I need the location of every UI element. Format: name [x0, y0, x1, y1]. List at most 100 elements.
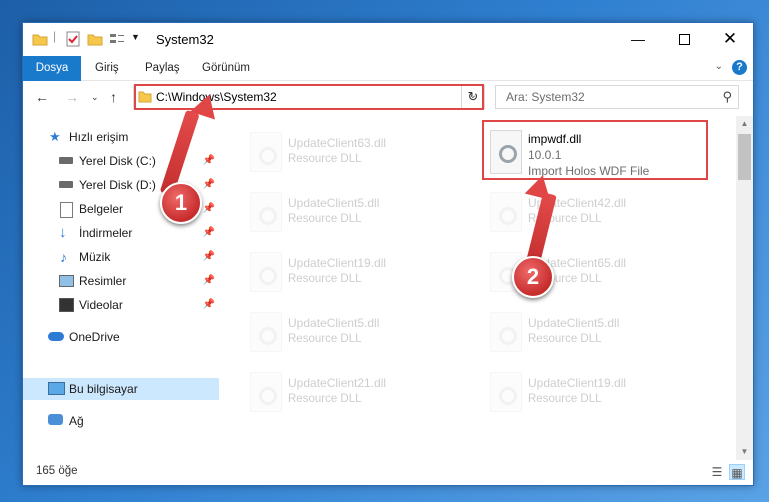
pin-icon[interactable]: 📌: [203, 246, 215, 268]
file-name: UpdateClient63.dll: [288, 136, 387, 150]
computer-icon: [48, 382, 65, 395]
minimize-button[interactable]: —: [615, 23, 661, 55]
videos-icon: [59, 298, 74, 312]
dll-file-icon: [490, 312, 522, 352]
item-count: 165 öğe: [36, 465, 78, 477]
sidebar-item-network[interactable]: Ağ: [23, 410, 219, 432]
sidebar-item-pictures[interactable]: Resimler 📌: [23, 270, 219, 292]
search-placeholder: Ara: System32: [506, 90, 585, 104]
file-item[interactable]: UpdateClient5.dll Resource DLL: [242, 186, 462, 236]
help-button[interactable]: ?: [732, 60, 747, 75]
sidebar-item-onedrive[interactable]: OneDrive: [23, 326, 219, 348]
pin-icon[interactable]: 📌: [203, 150, 215, 172]
sidebar-item-label: Yerel Disk (C:): [79, 154, 156, 168]
forward-arrow-icon[interactable]: →: [65, 89, 79, 105]
file-description: Resource DLL: [288, 153, 362, 165]
maximize-button[interactable]: [661, 23, 707, 55]
pictures-icon: [59, 275, 74, 287]
documents-icon: [60, 202, 73, 218]
network-icon: [48, 414, 63, 425]
sidebar-item-downloads[interactable]: ↓ İndirmeler 📌: [23, 222, 219, 244]
file-description: Resource DLL: [288, 393, 362, 405]
folder-icon[interactable]: [32, 31, 48, 47]
sidebar-item-this-pc[interactable]: Bu bilgisayar: [23, 378, 219, 400]
dll-file-icon: [490, 192, 522, 232]
sidebar-item-label: İndirmeler: [79, 226, 133, 240]
file-item[interactable]: UpdateClient63.dll Resource DLL: [242, 126, 462, 176]
drive-icon: [59, 157, 73, 164]
pin-icon[interactable]: 📌: [203, 270, 215, 292]
search-icon: ⚲: [722, 89, 732, 104]
pin-icon[interactable]: 📌: [203, 222, 215, 244]
details-view-icon[interactable]: ☰: [709, 464, 725, 480]
up-arrow-icon[interactable]: ↑: [110, 89, 117, 105]
file-item[interactable]: UpdateClient5.dll Resource DLL: [482, 306, 702, 356]
tab-share[interactable]: Paylaş: [145, 56, 180, 80]
file-description: Resource DLL: [288, 213, 362, 225]
dll-file-icon: [490, 372, 522, 412]
address-highlight-box: [134, 84, 484, 110]
maximize-icon: [678, 33, 690, 45]
tab-view[interactable]: Görünüm: [202, 56, 250, 80]
sidebar-item-label: Bu bilgisayar: [69, 382, 138, 396]
pin-icon[interactable]: 📌: [203, 198, 215, 220]
callout-badge-2: 2: [512, 256, 554, 298]
customize-toolbar-dropdown-icon[interactable]: ▼: [131, 32, 140, 48]
file-item[interactable]: UpdateClient19.dll Resource DLL: [242, 246, 462, 296]
drive-icon: [59, 181, 73, 188]
recent-locations-icon[interactable]: ⌄: [91, 92, 99, 103]
toolbar-separator: |: [53, 29, 57, 43]
dll-file-icon: [250, 132, 282, 172]
window-title: System32: [156, 32, 214, 47]
sidebar-item-music[interactable]: ♪ Müzik 📌: [23, 246, 219, 268]
pin-icon[interactable]: 📌: [203, 294, 215, 316]
dll-file-icon: [250, 372, 282, 412]
file-name: UpdateClient21.dll: [288, 376, 387, 390]
sidebar-item-label: Ağ: [69, 414, 84, 428]
status-bar: 165 öğe ☰ ▦: [23, 460, 753, 485]
downloads-icon: ↓: [59, 224, 67, 241]
callout-badge-1: 1: [160, 182, 202, 224]
properties-icon[interactable]: [65, 31, 81, 47]
file-item[interactable]: UpdateClient19.dll Resource DLL: [482, 366, 702, 416]
sidebar-item-drive-c[interactable]: Yerel Disk (C:) 📌: [23, 150, 219, 172]
view-options-icon[interactable]: [109, 31, 127, 47]
scroll-up-icon[interactable]: ▲: [736, 116, 753, 132]
sidebar-item-label: Resimler: [79, 274, 127, 288]
file-name: UpdateClient5.dll: [288, 316, 380, 330]
file-name: UpdateClient19.dll: [288, 256, 387, 270]
sidebar-item-label: Videolar: [79, 298, 123, 312]
sidebar-item-label: OneDrive: [69, 330, 120, 344]
star-icon: ★: [49, 129, 61, 144]
pin-icon[interactable]: 📌: [203, 174, 215, 196]
ribbon-tabs: Dosya Giriş Paylaş Görünüm ⌄ ?: [23, 56, 753, 106]
tab-home[interactable]: Giriş: [95, 56, 119, 80]
sidebar-item-label: Belgeler: [79, 202, 124, 216]
tiles-view-icon[interactable]: ▦: [729, 464, 745, 480]
vertical-scrollbar[interactable]: ▲ ▼: [736, 116, 753, 460]
file-highlight-box: [482, 120, 708, 180]
new-folder-icon[interactable]: [87, 31, 103, 47]
close-icon: ✕: [722, 29, 738, 48]
file-item[interactable]: UpdateClient21.dll Resource DLL: [242, 366, 462, 416]
minimize-icon: —: [631, 31, 645, 47]
file-item[interactable]: UpdateClient5.dll Resource DLL: [242, 306, 462, 356]
close-button[interactable]: ✕: [707, 23, 753, 55]
file-name: UpdateClient5.dll: [528, 316, 620, 330]
file-name: UpdateClient19.dll: [528, 376, 627, 390]
file-item[interactable]: UpdateClient42.dll Resource DLL: [482, 186, 702, 236]
file-description: Resource DLL: [288, 273, 362, 285]
file-description: Resource DLL: [288, 333, 362, 345]
search-box[interactable]: Ara: System32 ⚲: [495, 85, 739, 109]
sidebar-item-videos[interactable]: Videolar 📌: [23, 294, 219, 316]
file-name: UpdateClient5.dll: [288, 196, 380, 210]
navigation-pane: ★ Hızlı erişim Yerel Disk (C:) 📌 Yerel D…: [23, 116, 219, 460]
cloud-icon: [48, 332, 64, 341]
back-arrow-icon[interactable]: ←: [35, 89, 49, 105]
sidebar-item-label: Yerel Disk (D:): [79, 178, 156, 192]
dll-file-icon: [250, 192, 282, 232]
expand-ribbon-icon[interactable]: ⌄: [715, 61, 723, 72]
dll-file-icon: [250, 252, 282, 292]
scroll-thumb[interactable]: [738, 134, 751, 180]
scroll-down-icon[interactable]: ▼: [736, 444, 753, 460]
